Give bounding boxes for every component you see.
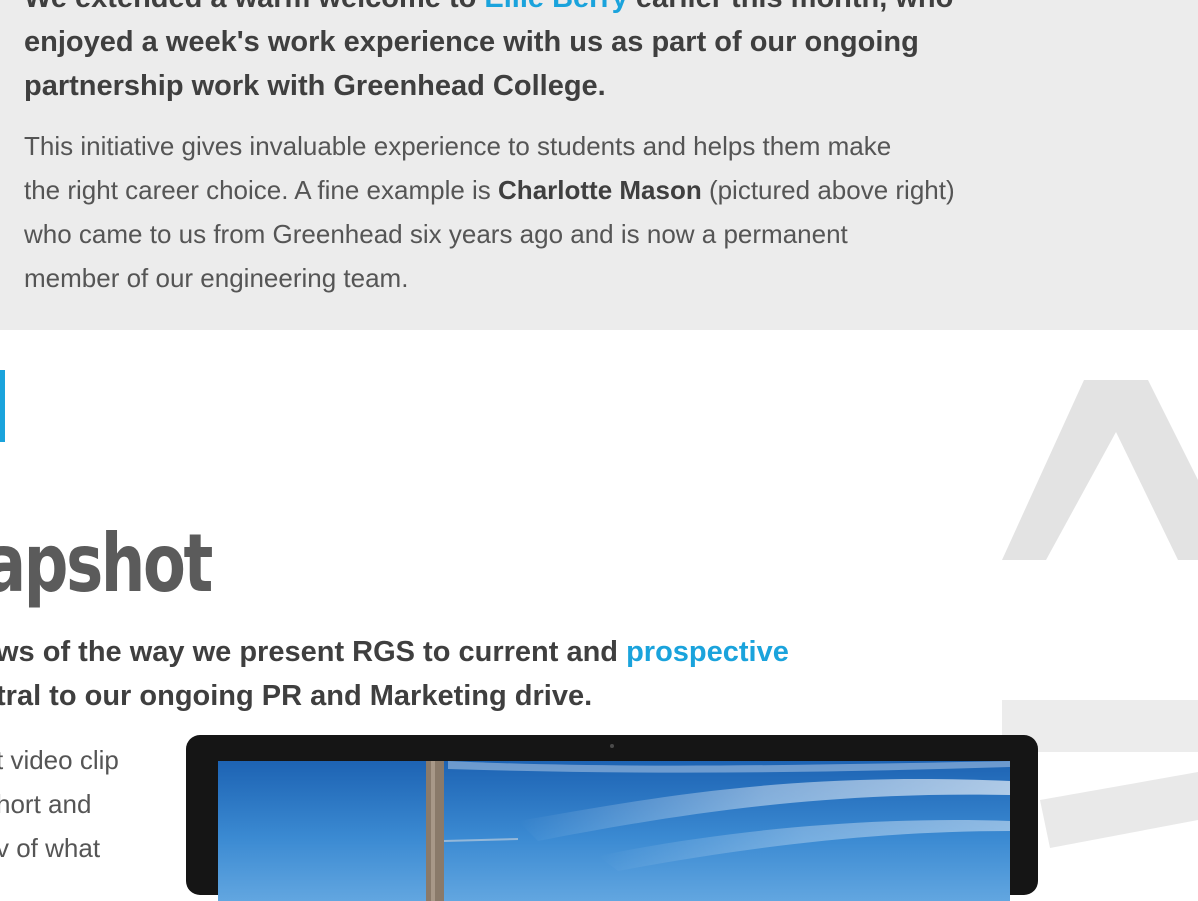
lead-line-1: We extended a warm welcome to Ellie Berr… xyxy=(24,0,1154,20)
snapshot-heading: apshot xyxy=(0,517,213,610)
charlotte-mason-name: Charlotte Mason xyxy=(498,175,702,205)
body-line-4: member of our engineering team. xyxy=(24,263,409,293)
feature-panel: We extended a warm welcome to Ellie Berr… xyxy=(0,0,1198,330)
section-accent-bar xyxy=(0,370,5,442)
lead-line-3: partnership work with Greenhead College. xyxy=(24,70,606,102)
body-line-2: the right career choice. A fine example … xyxy=(24,175,955,205)
ellie-berry-link[interactable]: Ellie Berry xyxy=(484,0,627,14)
lead-line-2: enjoyed a week's work experience with us… xyxy=(24,26,919,58)
body-line-3: who came to us from Greenhead six years … xyxy=(24,219,848,249)
video-screen[interactable] xyxy=(218,761,1010,901)
feature-body: This initiative gives invaluable experie… xyxy=(24,124,1174,300)
side-line-2: hort and xyxy=(0,789,92,819)
snapshot-intro: ws of the way we present RGS to current … xyxy=(0,630,916,718)
sky-scene-image xyxy=(218,761,1010,901)
intro-line-1: ws of the way we present RGS to current … xyxy=(0,636,789,668)
intro-line-2: tral to our ongoing PR and Marketing dri… xyxy=(0,680,593,712)
webcam-dot xyxy=(610,744,614,748)
video-monitor[interactable] xyxy=(186,735,1038,901)
body-line-1: This initiative gives invaluable experie… xyxy=(24,131,892,161)
feature-lead: We extended a warm welcome to Ellie Berr… xyxy=(24,0,1154,108)
side-line-3: v of what xyxy=(0,833,101,863)
video-description: t video clip hort and v of what xyxy=(0,738,171,870)
prospective-link[interactable]: prospective xyxy=(626,636,789,668)
side-line-1: t video clip xyxy=(0,745,119,775)
